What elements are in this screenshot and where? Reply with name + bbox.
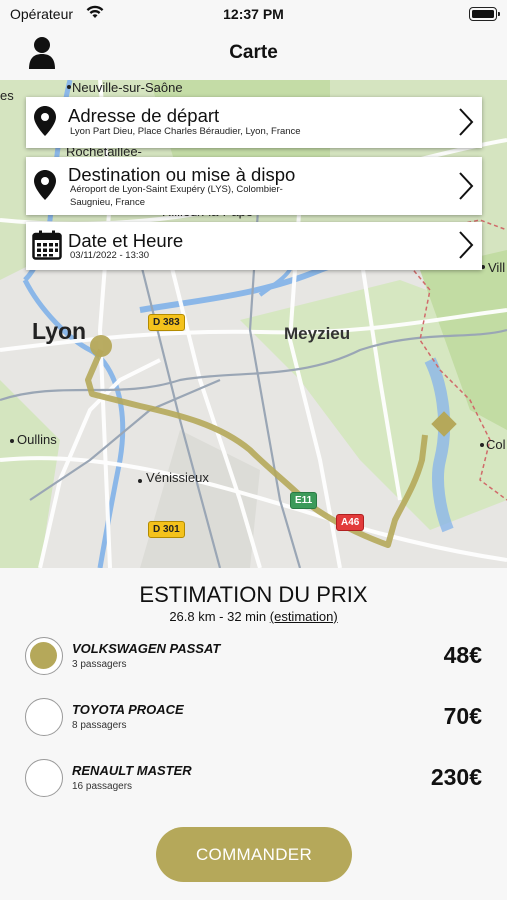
vehicle-name: VOLKSWAGEN PASSAT xyxy=(72,641,221,656)
departure-title: Adresse de départ xyxy=(68,105,220,126)
nav-bar: Carte xyxy=(0,30,507,80)
vehicle-radio[interactable] xyxy=(25,698,63,736)
datetime-card[interactable]: Date et Heure 03/11/2022 - 13:30 xyxy=(26,222,482,270)
status-bar: Opérateur 12:37 PM xyxy=(0,0,507,30)
chevron-right-icon xyxy=(459,172,474,200)
calendar-icon xyxy=(32,230,62,260)
map-label-neuville: Neuville-sur-Saône xyxy=(72,80,183,95)
estimation-link[interactable]: (estimation) xyxy=(270,609,338,624)
vehicle-seats: 3 passagers xyxy=(72,659,127,670)
map-pin-icon xyxy=(34,106,56,136)
battery-icon xyxy=(469,7,500,21)
estimation-title: ESTIMATION DU PRIX xyxy=(139,582,368,607)
map-label-ville: Vill xyxy=(488,260,506,275)
road-badge-a46: A46 xyxy=(336,514,365,531)
departure-value: Lyon Part Dieu, Place Charles Béraudier,… xyxy=(70,126,301,137)
road-badge-d301: D 301 xyxy=(148,521,185,538)
vehicle-radio[interactable] xyxy=(25,759,63,797)
vehicle-price: 230€ xyxy=(430,764,482,790)
datetime-value: 03/11/2022 - 13:30 xyxy=(70,250,150,261)
vehicle-radio[interactable] xyxy=(25,637,63,675)
vehicle-name: TOYOTA PROACE xyxy=(72,702,184,717)
distance-time: 26.8 km - 32 min xyxy=(169,609,267,624)
destination-card[interactable]: Destination ou mise à dispo Aéroport de … xyxy=(26,157,482,215)
vehicle-name: RENAULT MASTER xyxy=(72,763,192,778)
departure-card[interactable]: Adresse de départ Lyon Part Dieu, Place … xyxy=(26,97,482,148)
vehicle-price: 48€ xyxy=(443,642,482,668)
estimation-subtitle: 26.8 km - 32 min (estimation) xyxy=(0,609,507,624)
vehicle-price: 70€ xyxy=(443,703,482,729)
order-button[interactable]: COMMANDER xyxy=(156,827,352,882)
vehicle-option[interactable]: VOLKSWAGEN PASSAT 3 passagers 48€ xyxy=(25,631,485,681)
map-view[interactable]: es Neuville-sur-Saône Rochetaillée- Rill… xyxy=(0,80,507,568)
destination-value-line2: Saugnieu, France xyxy=(70,197,145,208)
vehicle-option[interactable]: RENAULT MASTER 16 passagers 230€ xyxy=(25,753,485,803)
clock: 12:37 PM xyxy=(223,6,284,22)
road-badge-e11: E11 xyxy=(290,492,318,509)
page-title: Carte xyxy=(229,42,278,63)
vehicle-option[interactable]: TOYOTA PROACE 8 passagers 70€ xyxy=(25,692,485,742)
map-pin-icon xyxy=(34,170,56,200)
vehicle-seats: 8 passagers xyxy=(72,720,127,731)
road-badge-d383: D 383 xyxy=(148,314,185,331)
map-label-venissieux: Vénissieux xyxy=(146,470,209,485)
map-label-es: es xyxy=(0,88,14,103)
map-label-lyon: Lyon xyxy=(32,318,87,344)
chevron-right-icon xyxy=(459,108,474,136)
destination-value-line1: Aéroport de Lyon-Saint Exupéry (LYS), Co… xyxy=(70,184,283,195)
chevron-right-icon xyxy=(459,231,474,259)
vehicle-seats: 16 passagers xyxy=(72,781,133,792)
map-label-col: Col xyxy=(486,437,506,452)
map-label-oullins: Oullins xyxy=(17,432,57,447)
map-label-meyzieu: Meyzieu xyxy=(284,324,351,343)
